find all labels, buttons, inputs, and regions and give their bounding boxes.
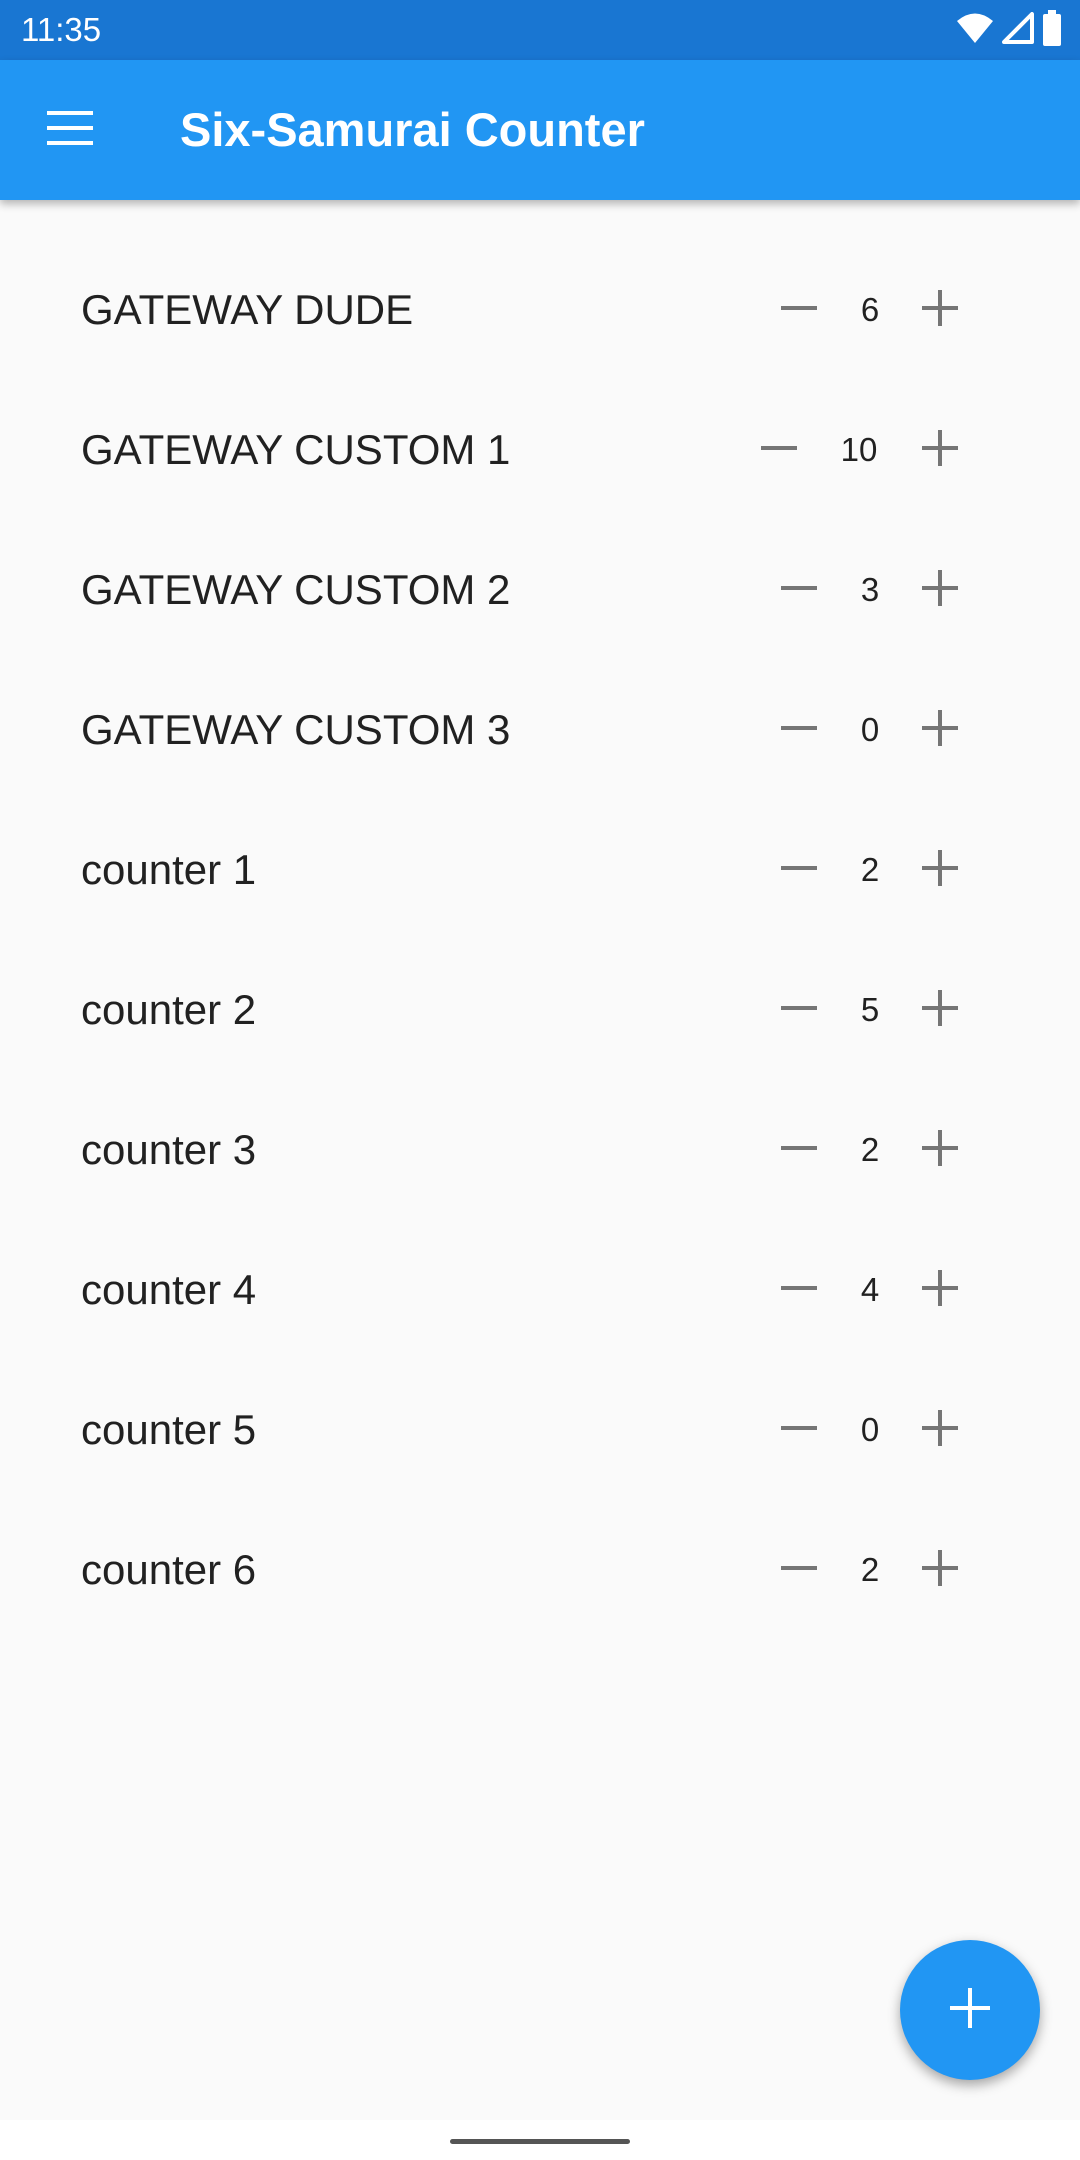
decrement-button[interactable]: [764, 275, 834, 345]
increment-button[interactable]: [905, 1395, 975, 1465]
plus-icon: [920, 428, 960, 473]
counter-value: 2: [860, 1551, 880, 1588]
decrement-button[interactable]: [744, 415, 814, 485]
minus-icon: [779, 288, 819, 333]
increment-button[interactable]: [905, 1255, 975, 1325]
counter-value: 3: [860, 571, 880, 608]
minus-icon: [779, 848, 819, 893]
minus-icon: [779, 1408, 819, 1453]
menu-icon: [47, 110, 93, 150]
minus-icon: [779, 568, 819, 613]
decrement-button[interactable]: [764, 695, 834, 765]
decrement-button[interactable]: [764, 975, 834, 1045]
minus-icon: [779, 1548, 819, 1593]
counter-row: GATEWAY DUDE 6: [0, 240, 1080, 380]
increment-button[interactable]: [905, 415, 975, 485]
increment-button[interactable]: [905, 975, 975, 1045]
add-counter-fab[interactable]: [900, 1940, 1040, 2080]
counter-row: counter 2 5: [0, 940, 1080, 1080]
decrement-button[interactable]: [764, 555, 834, 625]
increment-button[interactable]: [905, 835, 975, 905]
minus-icon: [779, 1128, 819, 1173]
counter-row: GATEWAY CUSTOM 1 10: [0, 380, 1080, 520]
minus-icon: [779, 1268, 819, 1313]
counter-name: counter 6: [81, 1546, 257, 1593]
decrement-button[interactable]: [764, 1535, 834, 1605]
counter-name: counter 1: [81, 846, 257, 893]
increment-button[interactable]: [905, 275, 975, 345]
plus-icon: [920, 1268, 960, 1313]
counter-value: 4: [860, 1271, 880, 1308]
decrement-button[interactable]: [764, 1115, 834, 1185]
counter-name: counter 4: [81, 1266, 257, 1313]
app-bar: Six-Samurai Counter: [0, 60, 1080, 200]
plus-icon: [920, 848, 960, 893]
status-bar: 11:35: [0, 0, 1080, 60]
plus-icon: [920, 988, 960, 1033]
plus-icon: [920, 708, 960, 753]
increment-button[interactable]: [905, 555, 975, 625]
plus-icon: [920, 568, 960, 613]
counter-row: counter 3 2: [0, 1080, 1080, 1220]
wifi-icon: [956, 12, 994, 49]
plus-icon: [920, 1548, 960, 1593]
counter-value: 10: [840, 431, 878, 468]
increment-button[interactable]: [905, 1535, 975, 1605]
cell-signal-icon: [1002, 11, 1034, 49]
status-time: 11:35: [21, 11, 102, 48]
counter-name: counter 2: [81, 986, 257, 1033]
decrement-button[interactable]: [764, 835, 834, 905]
counter-name: GATEWAY CUSTOM 1: [81, 426, 511, 473]
minus-icon: [779, 988, 819, 1033]
counter-name: GATEWAY DUDE: [81, 286, 414, 333]
home-indicator[interactable]: [450, 2139, 630, 2144]
counter-row: GATEWAY CUSTOM 2 3: [0, 520, 1080, 660]
app-title: Six-Samurai Counter: [180, 103, 645, 156]
counter-value: 0: [860, 1411, 880, 1448]
increment-button[interactable]: [905, 695, 975, 765]
counter-row: counter 5 0: [0, 1360, 1080, 1500]
counter-value: 2: [860, 851, 880, 888]
battery-icon: [1042, 9, 1062, 51]
plus-icon: [948, 1986, 992, 2035]
menu-button[interactable]: [26, 95, 114, 165]
counter-name: counter 3: [81, 1126, 257, 1173]
minus-icon: [759, 428, 799, 473]
counter-value: 0: [860, 711, 880, 748]
counter-row: GATEWAY CUSTOM 3 0: [0, 660, 1080, 800]
counter-name: counter 5: [81, 1406, 257, 1453]
counter-value: 6: [860, 291, 880, 328]
minus-icon: [779, 708, 819, 753]
counter-row: counter 4 4: [0, 1220, 1080, 1360]
counter-list: GATEWAY DUDE 6 GATEWAY CUSTOM 1 10 GATEW…: [0, 240, 1080, 1640]
plus-icon: [920, 1128, 960, 1173]
decrement-button[interactable]: [764, 1395, 834, 1465]
status-icons: [956, 9, 1062, 51]
navigation-bar: [0, 2120, 1080, 2160]
counter-value: 5: [860, 991, 880, 1028]
counter-row: counter 1 2: [0, 800, 1080, 940]
counter-name: GATEWAY CUSTOM 2: [81, 566, 511, 613]
decrement-button[interactable]: [764, 1255, 834, 1325]
plus-icon: [920, 1408, 960, 1453]
counter-value: 2: [860, 1131, 880, 1168]
counter-name: GATEWAY CUSTOM 3: [81, 706, 511, 753]
counter-row: counter 6 2: [0, 1500, 1080, 1640]
increment-button[interactable]: [905, 1115, 975, 1185]
plus-icon: [920, 288, 960, 333]
